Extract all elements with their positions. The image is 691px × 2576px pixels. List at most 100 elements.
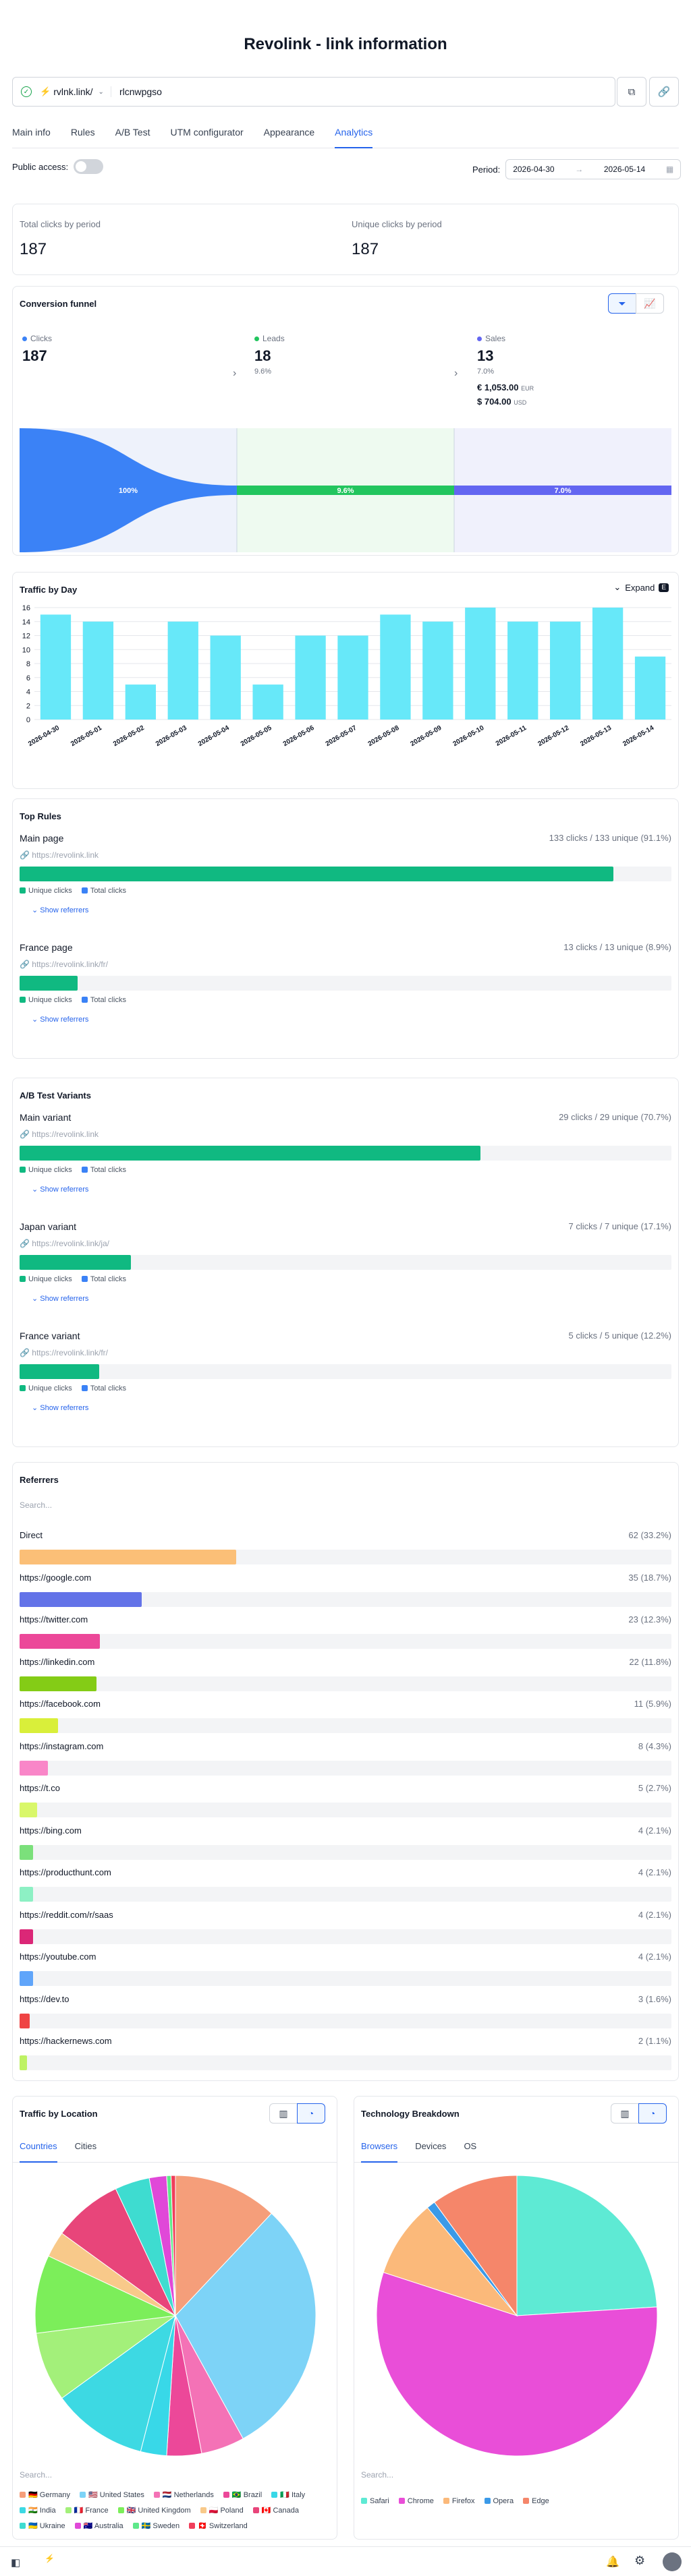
location-legend: 🇩🇪 Germany 🇺🇸 United States 🇳🇱 Netherlands… [20, 2490, 334, 2530]
x-tick-label: 2026-05-01 [70, 724, 103, 748]
chart-view-button[interactable]: 📈 [636, 293, 664, 314]
tab-os[interactable]: OS [464, 2141, 476, 2162]
date-range-input[interactable]: 2026-04-30 → 2026-05-14 ▦ [505, 159, 682, 179]
legend-swatch [153, 2492, 160, 2498]
legend-unique: Unique clicks [20, 1166, 72, 1174]
referrer-stats: 3 (1.6%) [638, 1993, 671, 2004]
rule-stats: 13 clicks / 13 unique (8.9%) [563, 942, 671, 952]
referrer-name: Direct [20, 1530, 43, 1540]
tab-a-b-test[interactable]: A/B Test [115, 124, 150, 148]
flag-icon: 🇨🇭 [198, 2522, 207, 2530]
flag-icon: 🇬🇧 [126, 2507, 136, 2515]
expand-button[interactable]: ⌄ Expand E [613, 582, 669, 593]
rule-row: Japan variant 7 clicks / 7 unique (17.1%)… [20, 1221, 671, 1303]
bell-icon[interactable]: 🔔 [606, 2555, 619, 2569]
referrer-name: https://facebook.com [20, 1699, 101, 1709]
tab-utm-configurator[interactable]: UTM configurator [171, 124, 244, 148]
expand-label: Expand [625, 582, 655, 593]
location-pie-view-button[interactable]: ◔ [297, 2103, 325, 2124]
legend-unique: Unique clicks [20, 1384, 72, 1393]
chevron-down-icon: ⌄ [32, 1016, 40, 1024]
link-icon: 🔗 [657, 86, 671, 98]
referrer-name: https://reddit.com/r/saas [20, 1909, 113, 1920]
copy-button[interactable]: ⧉ [617, 77, 646, 107]
show-referrers-button[interactable]: ⌄ Show referrers [32, 1403, 671, 1412]
show-referrers-button[interactable]: ⌄ Show referrers [32, 906, 671, 914]
avatar[interactable] [663, 2552, 682, 2571]
slug-text[interactable]: rlcnwpgso [119, 86, 162, 97]
referrers-search-input[interactable]: Search... [20, 1500, 52, 1510]
legend-total-label: Total clicks [90, 996, 126, 1004]
rule-legend: Unique clicks Total clicks [20, 1275, 671, 1283]
tab-cities[interactable]: Cities [75, 2141, 97, 2162]
public-access-toggle[interactable] [74, 159, 104, 174]
flag-icon: 🇺🇦 [28, 2522, 38, 2530]
flag-icon: 🇺🇸 [88, 2491, 98, 2499]
x-tick-label: 2026-05-08 [367, 724, 401, 748]
open-link-button[interactable]: 🔗 [649, 77, 679, 107]
y-tick-label: 2 [26, 702, 30, 710]
x-tick-label: 2026-05-09 [410, 724, 443, 748]
expand-shortcut: E [659, 583, 669, 592]
revenue-eur: € 1,053.00 EUR [477, 382, 534, 392]
settings-icon[interactable]: ⚙ [634, 2554, 645, 2568]
funnel-view-button[interactable]: ⏷ [608, 293, 636, 314]
referrers-title: Referrers [20, 1475, 59, 1485]
legend-swatch [398, 2498, 405, 2504]
unique-clicks-label: Unique clicks by period [352, 219, 442, 229]
sidebar-toggle-icon[interactable]: ◧ [11, 2556, 20, 2569]
x-tick-label: 2026-05-14 [621, 724, 655, 748]
bar [295, 635, 326, 720]
tab-main-info[interactable]: Main info [12, 124, 51, 148]
referrer-stats: 22 (11.8%) [629, 1656, 671, 1667]
bar [125, 684, 156, 720]
tab-rules[interactable]: Rules [71, 124, 95, 148]
rule-url-text: https://revolink.link [32, 850, 99, 860]
y-tick-label: 4 [26, 689, 30, 697]
legend-item: 🇩🇪 Germany [20, 2490, 70, 2499]
tab-countries[interactable]: Countries [20, 2141, 57, 2163]
flag-icon: 🇸🇪 [141, 2522, 151, 2530]
legend-label: United States [99, 2491, 144, 2499]
legend-item: 🇬🇧 United Kingdom [117, 2506, 191, 2515]
bottom-bar: ◧ ⚡ 🔔 ⚙ [0, 2546, 691, 2576]
legend-swatch [81, 997, 88, 1003]
location-bar-view-button[interactable]: ▥ [269, 2103, 298, 2124]
x-tick-label: 2026-05-02 [112, 724, 146, 748]
show-referrers-button[interactable]: ⌄ Show referrers [32, 1015, 671, 1024]
flag-icon: 🇧🇷 [231, 2491, 242, 2499]
totals-card: Total clicks by period 187 Unique clicks… [12, 204, 679, 275]
technology-search-input[interactable]: Search... [361, 2470, 393, 2480]
tab-devices[interactable]: Devices [415, 2141, 446, 2162]
tab-appearance[interactable]: Appearance [264, 124, 315, 148]
rule-stats: 133 clicks / 133 unique (91.1%) [549, 833, 671, 843]
legend-label: India [39, 2507, 56, 2515]
short-link-field[interactable]: ✓ ⚡ rvlnk.link/ ⌄ rlcnwpgso [12, 77, 615, 107]
tech-pie-view-button[interactable]: ◔ [638, 2103, 667, 2124]
referrer-bar-fill [20, 1803, 38, 1817]
rule-legend: Unique clicks Total clicks [20, 996, 671, 1004]
show-referrers-label: Show referrers [40, 906, 89, 914]
period-label: Period: [472, 164, 501, 175]
referrer-row: https://bing.com 4 (2.1%) [20, 1825, 671, 1860]
y-tick-label: 10 [22, 646, 30, 654]
show-referrers-button[interactable]: ⌄ Show referrers [32, 1294, 671, 1303]
x-tick-label: 2026-05-03 [155, 724, 188, 748]
link-icon: 🔗 [20, 1348, 32, 1357]
location-search-input[interactable]: Search... [20, 2470, 52, 2480]
tech-bar-view-button[interactable]: ▥ [611, 2103, 639, 2124]
tab-analytics[interactable]: Analytics [335, 124, 373, 148]
legend-swatch [271, 2492, 278, 2498]
bar [40, 614, 72, 720]
legend-swatch [81, 1385, 88, 1391]
referrer-stats: 4 (2.1%) [638, 1952, 671, 1962]
y-tick-label: 0 [26, 716, 30, 724]
tab-browsers[interactable]: Browsers [361, 2141, 398, 2163]
legend-total-label: Total clicks [90, 1384, 126, 1393]
funnel-title: Conversion funnel [20, 299, 97, 309]
referrer-row: https://google.com 35 (18.7%) [20, 1573, 671, 1607]
domain-selector[interactable]: ⚡ rvlnk.link/ ⌄ [40, 86, 111, 97]
calendar-icon: ▦ [665, 165, 674, 174]
show-referrers-button[interactable]: ⌄ Show referrers [32, 1185, 671, 1194]
referrer-bar-track [20, 1676, 671, 1691]
